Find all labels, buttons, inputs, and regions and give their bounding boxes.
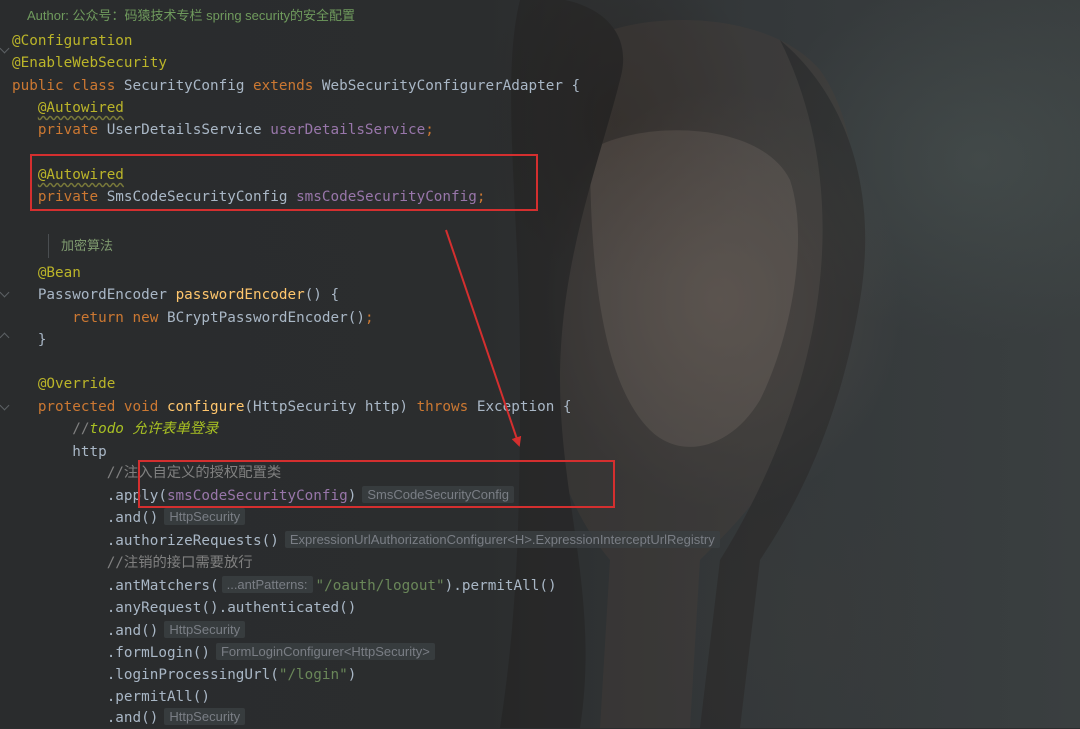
field-name: userDetailsService [270, 122, 426, 138]
and-call: .and() [106, 510, 159, 526]
type-hint: HttpSecurity [164, 621, 246, 638]
code-line-and-2[interactable]: .and() HttpSecurity [12, 620, 246, 642]
string-literal: "/oauth/logout" [315, 578, 445, 594]
parameter-hint: ...antPatterns: [221, 576, 313, 593]
return-type: PasswordEncoder [37, 287, 167, 303]
comment-text: //注销的接口需要放行 [106, 555, 253, 571]
code-line-todo-comment[interactable]: //todo 允许表单登录 [12, 418, 218, 440]
class-name: SecurityConfig [123, 78, 245, 94]
code-line-login-processing-url[interactable]: .loginProcessingUrl("/login") [12, 664, 357, 686]
method-name: passwordEncoder [175, 287, 305, 303]
keyword-private: private [37, 122, 99, 138]
string-literal: "/login" [278, 667, 348, 683]
todo-keyword: todo [89, 421, 124, 437]
code-line-method-close[interactable]: } [12, 329, 47, 351]
keyword-public: public [12, 78, 64, 94]
method-params: () { [304, 287, 340, 303]
code-line-autowired-1[interactable]: @Autowired [12, 97, 124, 119]
authorize-requests-call: .authorizeRequests() [106, 533, 279, 549]
todo-text: 允许表单登录 [123, 421, 219, 437]
closing-brace: } [37, 332, 47, 348]
code-line-http[interactable]: http [12, 441, 107, 463]
highlight-box-sms-code-field [30, 154, 538, 211]
keyword-throws: throws [416, 399, 469, 415]
editor-gutter [0, 0, 10, 728]
method-params: (HttpSecurity http) [244, 399, 408, 415]
form-login-call: .formLogin() [106, 645, 210, 661]
keyword-return: return [72, 310, 124, 326]
code-line-class-declaration[interactable]: public class SecurityConfig extends WebS… [12, 75, 580, 97]
author-comment: Author: 公众号：码猿技术专栏 spring security的安全配置 [27, 8, 355, 23]
type-hint: ExpressionUrlAuthorizationConfigurer<H>.… [284, 531, 720, 548]
code-line-and-1[interactable]: .and() HttpSecurity [12, 507, 246, 529]
exception-type: Exception { [476, 399, 572, 415]
type-hint: FormLoginConfigurer<HttpSecurity> [215, 643, 435, 660]
close-paren: ) [347, 667, 357, 683]
keyword-extends: extends [253, 78, 314, 94]
field-type: UserDetailsService [106, 122, 262, 138]
keyword-protected: protected [37, 399, 116, 415]
code-line-any-request[interactable]: .anyRequest().authenticated() [12, 597, 357, 619]
permit-all-call: .permitAll() [106, 689, 210, 705]
type-hint: HttpSecurity [164, 708, 246, 725]
code-line-user-details-field[interactable]: private UserDetailsService userDetailsSe… [12, 119, 434, 141]
method-name: configure [166, 399, 245, 415]
code-line-return-statement[interactable]: return new BCryptPasswordEncoder(); [12, 307, 374, 329]
and-call: .and() [106, 710, 159, 726]
http-variable: http [72, 444, 107, 460]
code-line-ant-matchers[interactable]: .antMatchers(...antPatterns: "/oauth/logo… [12, 575, 557, 597]
code-line-form-login[interactable]: .formLogin() FormLoginConfigurer<HttpSecu… [12, 642, 435, 664]
code-line-permit-all[interactable]: .permitAll() [12, 686, 210, 708]
semicolon: ; [364, 310, 374, 326]
code-line-and-3[interactable]: .and() HttpSecurity [12, 707, 246, 729]
code-line-comment-logout[interactable]: //注销的接口需要放行 [12, 552, 253, 574]
code-line-bean-annotation[interactable]: @Bean [12, 262, 81, 284]
code-line-configuration-annotation[interactable]: @Configuration [12, 30, 133, 52]
parent-class-name: WebSecurityConfigurerAdapter { [321, 78, 581, 94]
doc-comment-encryption: 加密算法 [48, 234, 113, 258]
keyword-void: void [123, 399, 159, 415]
comment-slashes: // [72, 421, 90, 437]
type-hint: HttpSecurity [164, 508, 246, 525]
keyword-new: new [132, 310, 159, 326]
semicolon: ; [425, 122, 434, 138]
keyword-class: class [72, 78, 116, 94]
login-processing-url-call: .loginProcessingUrl( [106, 667, 279, 683]
code-line-enable-web-security-annotation[interactable]: @EnableWebSecurity [12, 52, 167, 74]
code-line-override-annotation[interactable]: @Override [12, 373, 115, 395]
autowired-annotation: @Autowired [37, 100, 124, 116]
highlight-box-apply-call [138, 460, 615, 508]
bean-annotation: @Bean [37, 265, 81, 281]
return-expression: BCryptPasswordEncoder() [166, 310, 365, 326]
code-line-authorize-requests[interactable]: .authorizeRequests() ExpressionUrlAuthori… [12, 530, 720, 552]
ant-matchers-call: .antMatchers( [106, 578, 219, 594]
permit-all-call: ).permitAll() [444, 578, 557, 594]
code-line-password-encoder-method[interactable]: PasswordEncoder passwordEncoder() { [12, 284, 339, 306]
override-annotation: @Override [37, 376, 116, 392]
any-request-call: .anyRequest().authenticated() [106, 600, 357, 616]
code-line-configure-method[interactable]: protected void configure(HttpSecurity ht… [12, 396, 572, 418]
and-call: .and() [106, 623, 159, 639]
